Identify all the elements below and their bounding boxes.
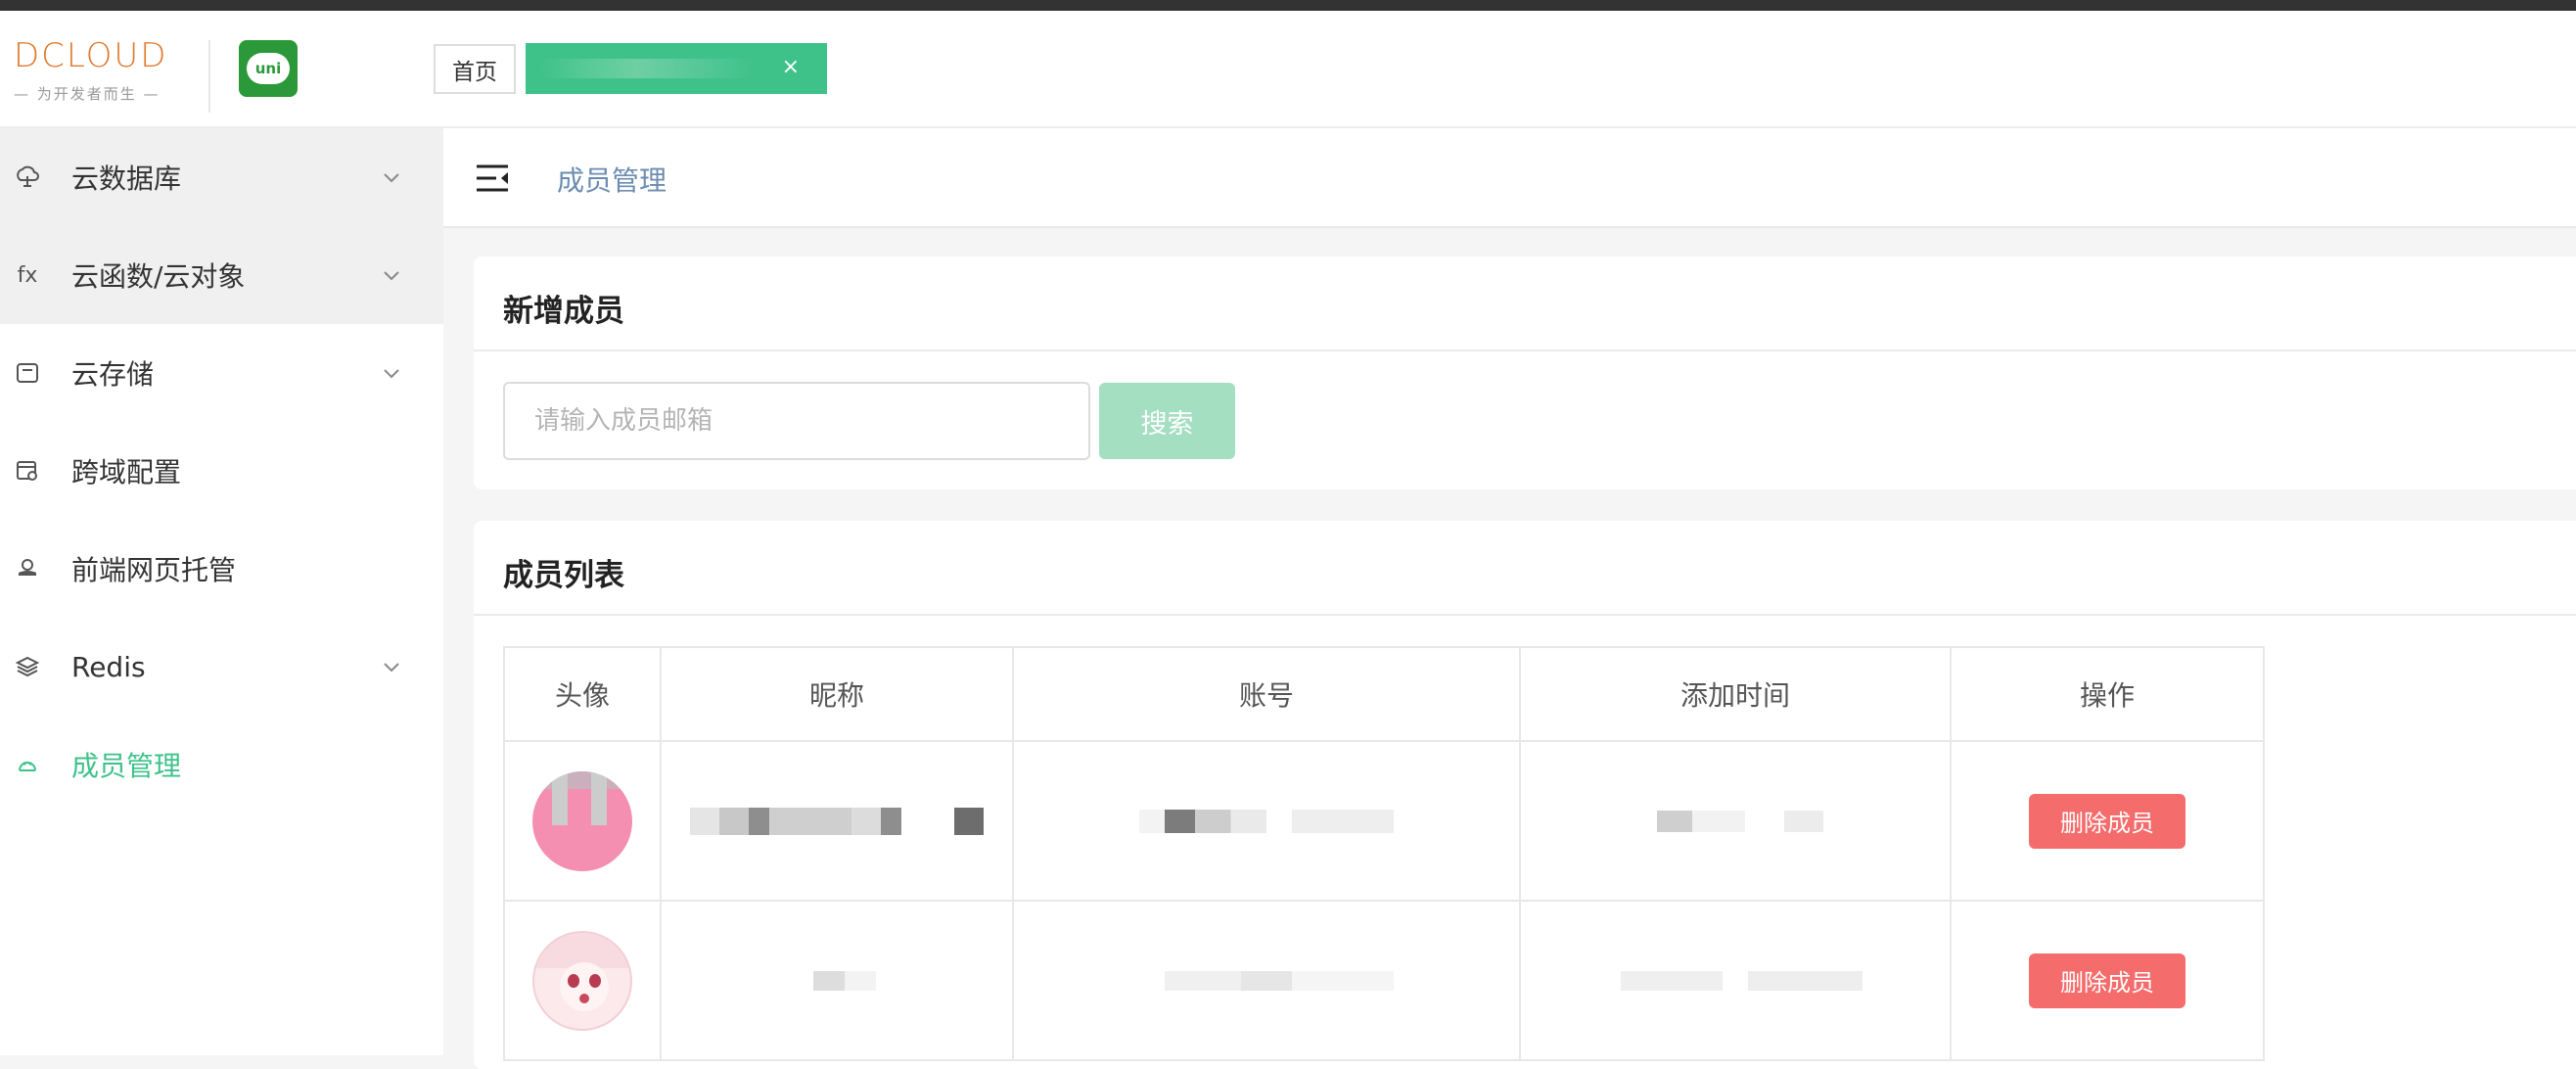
- fx-icon: fx: [17, 262, 38, 288]
- sidebar-item-label: 云数据库: [71, 163, 182, 195]
- chevron-down-icon: [384, 173, 399, 183]
- chevron-down-icon: [384, 271, 399, 281]
- sidebar-item-label: 成员管理: [71, 750, 182, 782]
- add-member-card: 新增成员 搜索: [474, 256, 2576, 489]
- avatar-cell: [503, 740, 662, 902]
- nickname-cell: [660, 740, 1014, 902]
- sidebar-item-cloud-functions[interactable]: fx 云函数/云对象: [0, 226, 443, 324]
- added-time-redacted: [1637, 810, 1833, 832]
- breadcrumb-bar: 成员管理: [443, 128, 2576, 228]
- actions-cell: 删除成员: [1950, 900, 2265, 1061]
- member-icon: [14, 751, 41, 778]
- column-header-account: 账号: [1012, 646, 1521, 742]
- chevron-down-icon: [384, 369, 399, 379]
- tab-close-icon[interactable]: ×: [782, 55, 800, 79]
- actions-cell: 删除成员: [1950, 740, 2265, 902]
- account-cell: [1012, 740, 1521, 902]
- member-list-title: 成员列表: [503, 558, 624, 593]
- column-header-nickname: 昵称: [660, 646, 1014, 742]
- sidebar: 云数据库 fx 云函数/云对象 云存储 跨域配置 前端网页托管 Redis 成员…: [0, 128, 443, 1055]
- sidebar-item-label: 云存储: [71, 358, 155, 391]
- tab-current[interactable]: ×: [526, 43, 827, 94]
- logo-slogan: — 为开发者而生 —: [14, 85, 161, 103]
- column-header-added-time: 添加时间: [1519, 646, 1952, 742]
- nickname-redacted: [798, 970, 876, 991]
- dcloud-logo[interactable]: DCLOUD — 为开发者而生 —: [14, 36, 185, 105]
- account-redacted: [1139, 970, 1394, 991]
- breadcrumb[interactable]: 成员管理: [557, 160, 667, 199]
- cross-domain-icon: [14, 457, 41, 485]
- avatar: [532, 770, 632, 871]
- added-time-cell: [1519, 740, 1952, 902]
- member-table: 头像 昵称 账号 添加时间 操作 删除成员 删除成员: [503, 646, 2265, 1061]
- menu-toggle-icon[interactable]: [477, 163, 510, 193]
- table-header-row: 头像 昵称 账号 添加时间 操作: [503, 646, 2265, 742]
- delete-member-button[interactable]: 删除成员: [2029, 793, 2185, 849]
- card-divider: [474, 349, 2576, 351]
- sidebar-item-label: 前端网页托管: [71, 554, 237, 586]
- member-list-card: 成员列表 头像 昵称 账号 添加时间 操作 删除成员 删除成员: [474, 521, 2576, 1069]
- window-top-strip: [0, 0, 2576, 11]
- logo-text: DCLOUD: [14, 36, 168, 75]
- added-time-redacted: [1608, 970, 1863, 991]
- tab-home[interactable]: 首页: [434, 44, 516, 94]
- card-divider: [474, 614, 2576, 616]
- table-row: 删除成员: [503, 900, 2265, 1061]
- app-header: DCLOUD — 为开发者而生 — uni 首页 ×: [0, 11, 2576, 128]
- redis-icon: [14, 653, 41, 680]
- storage-icon: [14, 359, 41, 387]
- search-button[interactable]: 搜索: [1099, 383, 1235, 459]
- logo-divider: [208, 40, 210, 113]
- table-row: 删除成员: [503, 740, 2265, 902]
- cloud-db-icon: [14, 163, 41, 191]
- nickname-cell: [660, 900, 1014, 1061]
- chevron-down-icon: [384, 663, 399, 673]
- sidebar-item-member-management[interactable]: 成员管理: [0, 716, 443, 813]
- avatar-cell: [503, 900, 662, 1061]
- tab-current-label-redacted: [539, 59, 755, 78]
- sidebar-item-label: 云函数/云对象: [71, 260, 246, 293]
- sidebar-item-cross-domain[interactable]: 跨域配置: [0, 422, 443, 520]
- account-cell: [1012, 900, 1521, 1061]
- delete-member-button[interactable]: 删除成员: [2029, 953, 2185, 1008]
- sidebar-item-cloud-storage[interactable]: 云存储: [0, 324, 443, 422]
- sidebar-item-cloud-db[interactable]: 云数据库: [0, 128, 443, 226]
- hosting-icon: [14, 555, 41, 582]
- column-header-avatar: 头像: [503, 646, 662, 742]
- sidebar-item-web-hosting[interactable]: 前端网页托管: [0, 520, 443, 618]
- add-member-title: 新增成员: [503, 294, 624, 329]
- nickname-redacted: [690, 807, 984, 835]
- sidebar-item-label: 跨域配置: [71, 456, 182, 488]
- member-email-input[interactable]: [503, 382, 1090, 460]
- uni-logo-icon: uni: [239, 40, 298, 97]
- column-header-actions: 操作: [1950, 646, 2265, 742]
- avatar: [532, 930, 632, 1031]
- account-redacted: [1139, 809, 1394, 833]
- sidebar-item-label: Redis: [71, 650, 146, 683]
- sidebar-item-redis[interactable]: Redis: [0, 618, 443, 716]
- added-time-cell: [1519, 900, 1952, 1061]
- uni-logo-text: uni: [247, 53, 290, 84]
